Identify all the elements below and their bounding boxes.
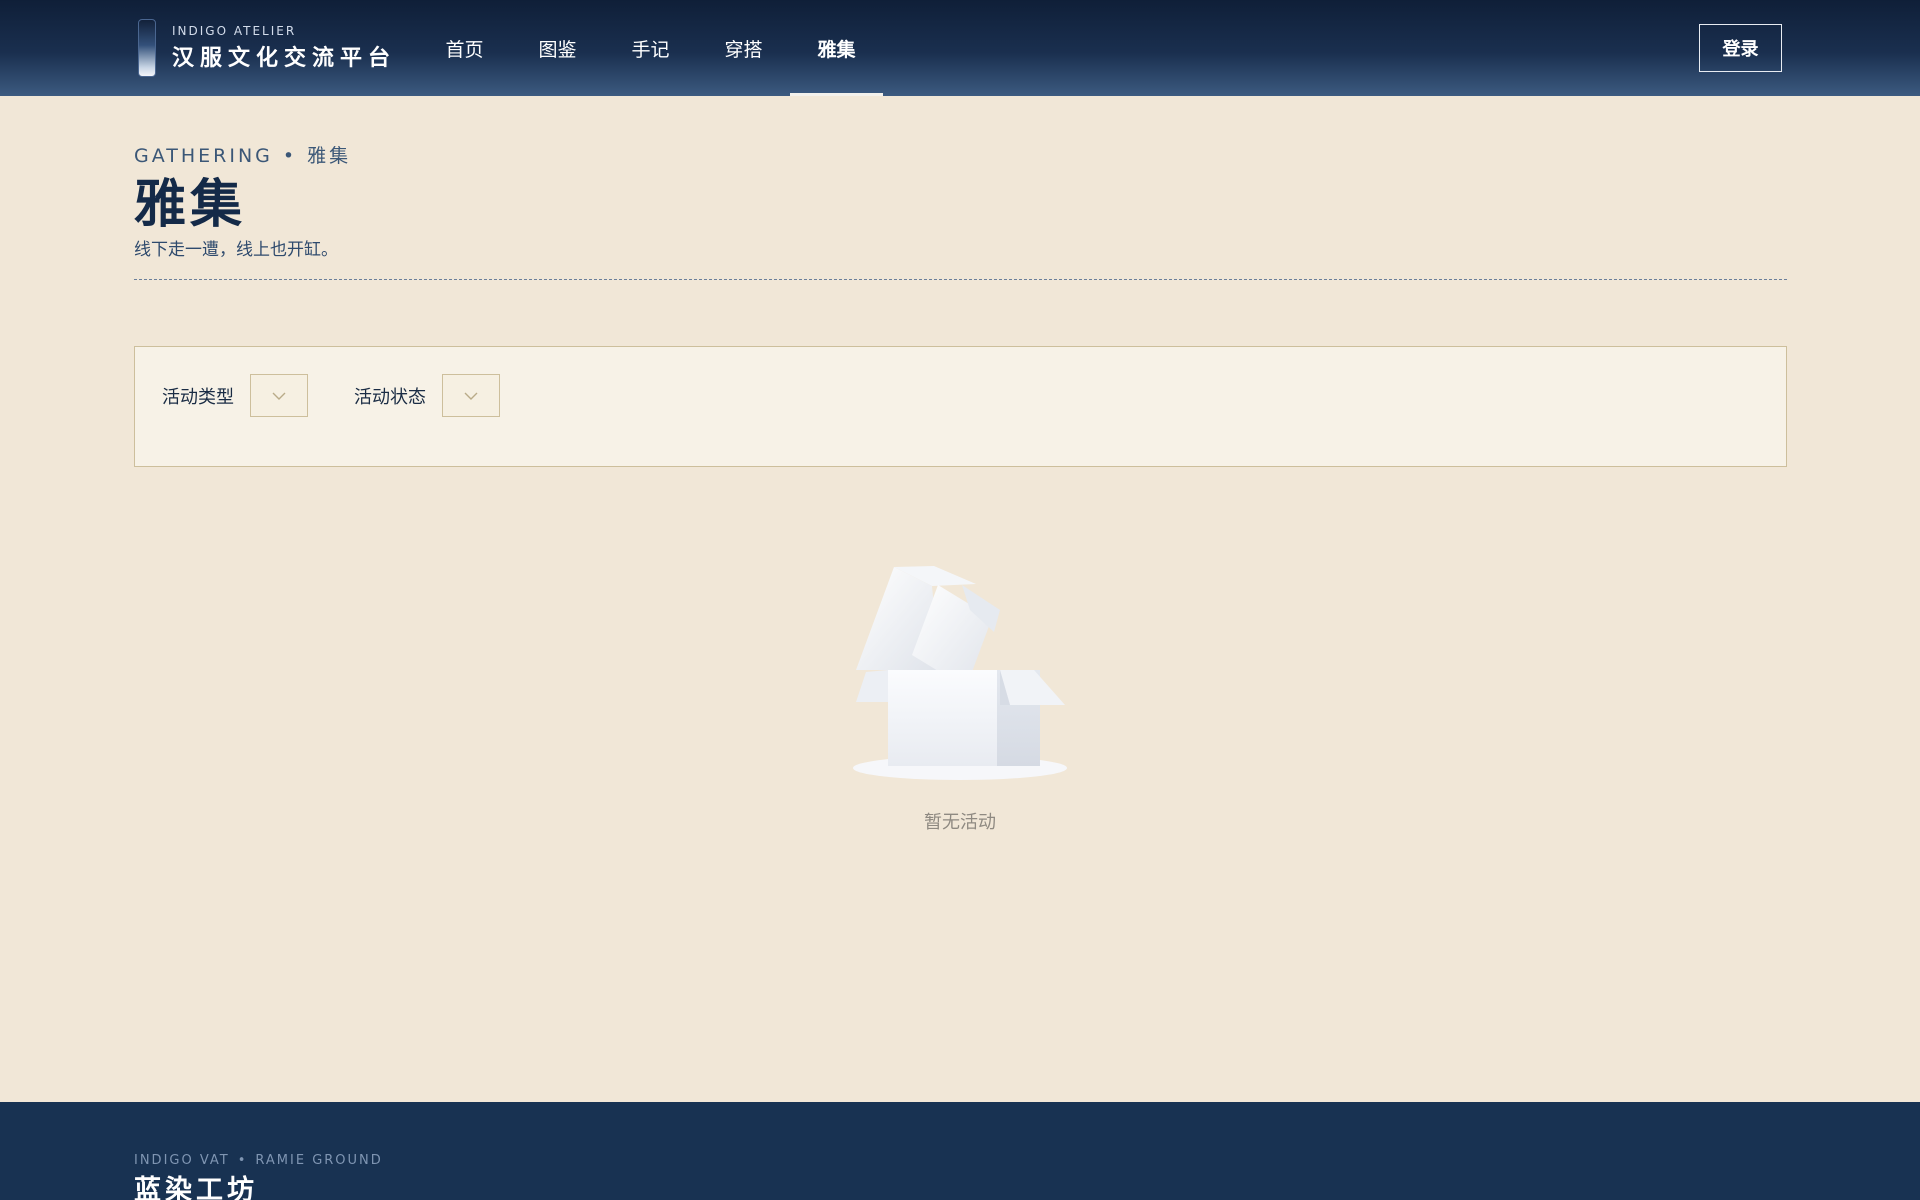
activity-type-filter: 活动类型 bbox=[162, 374, 308, 417]
nav-item-home[interactable]: 首页 bbox=[418, 0, 511, 96]
activity-type-select[interactable] bbox=[250, 374, 308, 417]
brand-mark-icon bbox=[138, 19, 156, 77]
brand-text: INDIGO ATELIER 汉服文化交流平台 bbox=[172, 24, 396, 72]
empty-box-icon bbox=[852, 560, 1068, 785]
activity-status-label: 活动状态 bbox=[354, 386, 426, 408]
eyebrow-separator: • bbox=[282, 145, 298, 167]
chevron-down-icon bbox=[464, 392, 478, 400]
footer-tagline-right: RAMIE GROUND bbox=[255, 1153, 383, 1168]
activity-status-select[interactable] bbox=[442, 374, 500, 417]
footer-tagline-separator: • bbox=[237, 1153, 248, 1168]
top-navigation-bar: INDIGO ATELIER 汉服文化交流平台 首页 图鉴 手记 穿搭 雅集 登… bbox=[0, 0, 1920, 96]
main-nav: 首页 图鉴 手记 穿搭 雅集 bbox=[418, 0, 883, 96]
filter-panel: 活动类型 活动状态 bbox=[134, 346, 1787, 467]
page-title: 雅集 bbox=[134, 174, 247, 235]
login-button[interactable]: 登录 bbox=[1699, 24, 1782, 72]
footer-tagline-left: INDIGO VAT bbox=[134, 1153, 230, 1168]
nav-item-outfits[interactable]: 穿搭 bbox=[697, 0, 790, 96]
activity-status-filter: 活动状态 bbox=[354, 374, 500, 417]
nav-item-gatherings[interactable]: 雅集 bbox=[790, 0, 883, 96]
nav-item-gallery[interactable]: 图鉴 bbox=[511, 0, 604, 96]
footer-brand-name: 蓝染工坊 bbox=[134, 1175, 258, 1200]
chevron-down-icon bbox=[272, 392, 286, 400]
activity-type-label: 活动类型 bbox=[162, 386, 234, 408]
eyebrow-chinese: 雅集 bbox=[307, 145, 352, 167]
site-footer bbox=[0, 1102, 1920, 1200]
nav-item-notes[interactable]: 手记 bbox=[604, 0, 697, 96]
brand-chinese-name: 汉服文化交流平台 bbox=[172, 45, 397, 71]
section-divider bbox=[134, 279, 1787, 280]
brand-logo[interactable]: INDIGO ATELIER 汉服文化交流平台 bbox=[138, 18, 396, 78]
footer-english-tagline: INDIGO VAT • RAMIE GROUND bbox=[134, 1153, 383, 1168]
page-subtitle: 线下走一遭，线上也开缸。 bbox=[134, 240, 338, 260]
brand-english-name: INDIGO ATELIER bbox=[172, 24, 297, 38]
empty-state-text: 暂无活动 bbox=[924, 812, 996, 833]
